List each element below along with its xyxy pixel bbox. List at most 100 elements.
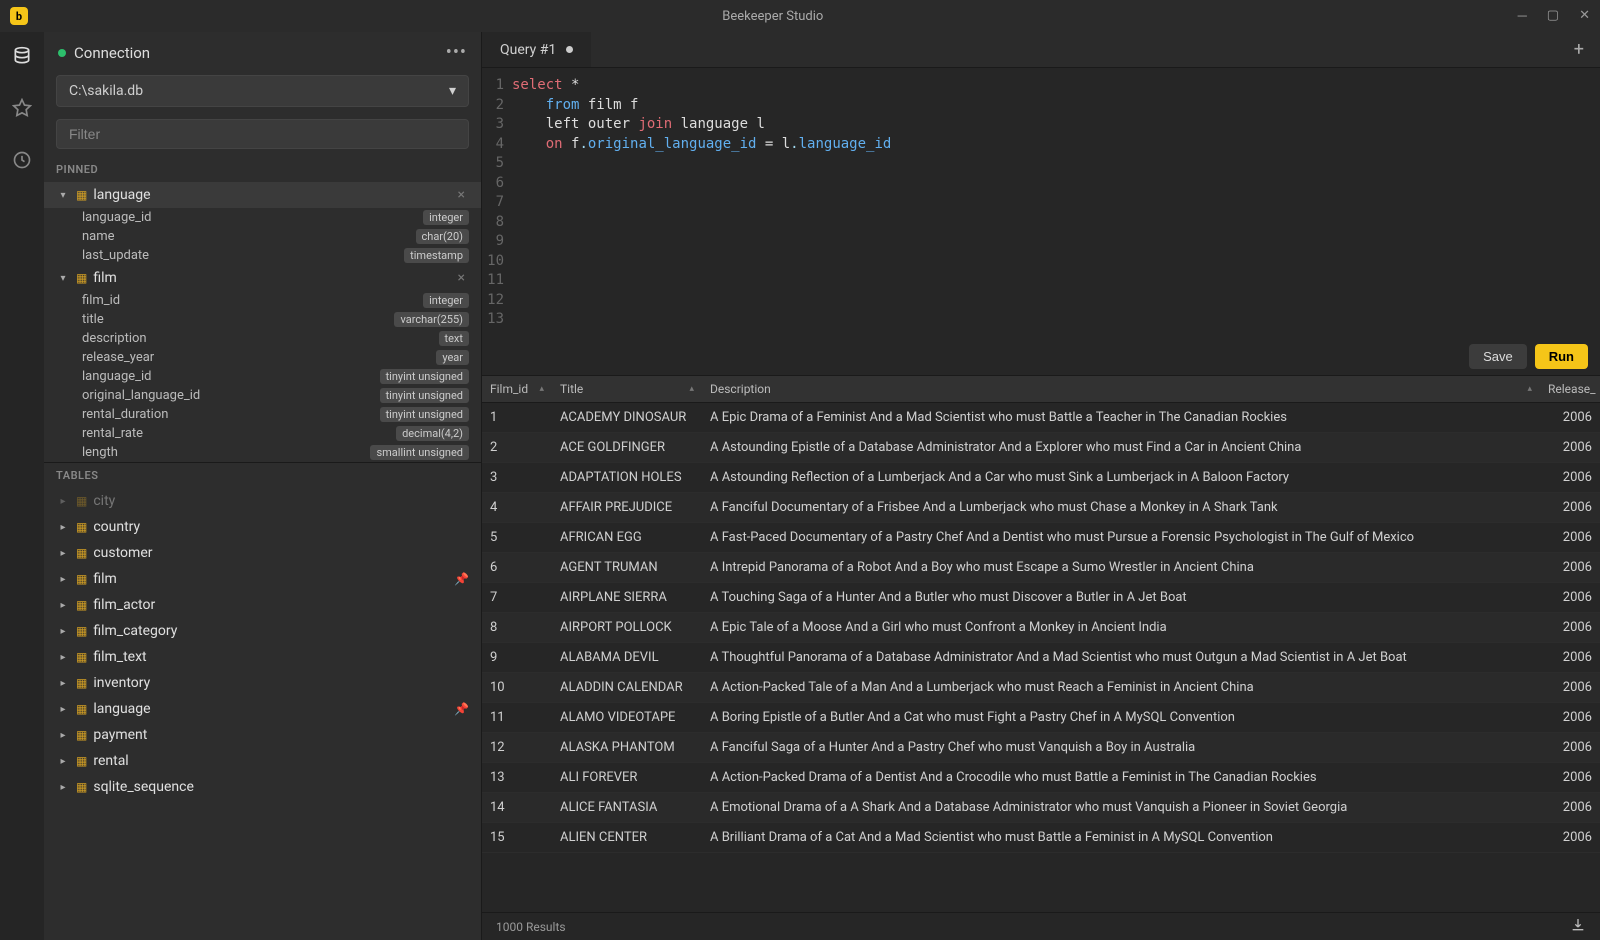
content-area: Query #1 + 12345678910111213 select * fr… <box>482 32 1600 940</box>
sql-editor[interactable]: 12345678910111213 select * from film f l… <box>482 68 1600 338</box>
table-row[interactable]: 7AIRPLANE SIERRAA Touching Saga of a Hun… <box>482 583 1600 613</box>
column-header-release[interactable]: Release_ <box>1540 376 1600 402</box>
database-path: C:\sakila.db <box>69 83 143 99</box>
status-bar: 1000 Results <box>482 912 1600 940</box>
column-row[interactable]: last_updatetimestamp <box>44 246 481 265</box>
table-film_text[interactable]: ▦film_text <box>44 644 481 670</box>
chevron-right-icon <box>56 652 70 663</box>
table-icon: ▦ <box>76 520 87 534</box>
results-panel: Film_id▴ Title▴ Description▴ Release_ 1A… <box>482 375 1600 940</box>
column-header-description[interactable]: Description▴ <box>702 376 1540 402</box>
history-icon[interactable] <box>12 150 32 174</box>
tab-label: Query #1 <box>500 42 556 58</box>
table-icon: ▦ <box>76 546 87 560</box>
table-row[interactable]: 3ADAPTATION HOLESA Astounding Reflection… <box>482 463 1600 493</box>
table-icon: ▦ <box>76 676 87 690</box>
run-button[interactable]: Run <box>1535 344 1588 369</box>
tables-header: TABLES <box>44 462 481 488</box>
column-row[interactable]: rental_durationtinyint unsigned <box>44 405 481 424</box>
filter-input[interactable] <box>56 119 469 149</box>
column-header-film-id[interactable]: Film_id▴ <box>482 376 552 402</box>
column-row[interactable]: titlevarchar(255) <box>44 310 481 329</box>
pin-icon[interactable]: 📌 <box>454 702 469 716</box>
table-language[interactable]: ▦language📌 <box>44 696 481 722</box>
table-customer[interactable]: ▦customer <box>44 540 481 566</box>
table-icon: ▦ <box>76 650 87 664</box>
table-city[interactable]: ▦city <box>44 488 481 514</box>
tab-bar: Query #1 + <box>482 32 1600 68</box>
table-row[interactable]: 15ALIEN CENTERA Brilliant Drama of a Cat… <box>482 823 1600 853</box>
column-row[interactable]: language_idinteger <box>44 208 481 227</box>
table-sqlite_sequence[interactable]: ▦sqlite_sequence <box>44 774 481 800</box>
table-row[interactable]: 1ACADEMY DINOSAURA Epic Drama of a Femin… <box>482 403 1600 433</box>
database-select[interactable]: C:\sakila.db ▾ <box>56 75 469 107</box>
table-rental[interactable]: ▦rental <box>44 748 481 774</box>
column-row[interactable]: release_yearyear <box>44 348 481 367</box>
table-icon: ▦ <box>76 754 87 768</box>
column-row[interactable]: language_idtinyint unsigned <box>44 367 481 386</box>
maximize-button[interactable]: ▢ <box>1547 8 1559 24</box>
results-header: Film_id▴ Title▴ Description▴ Release_ <box>482 375 1600 403</box>
column-header-title[interactable]: Title▴ <box>552 376 702 402</box>
save-button[interactable]: Save <box>1469 344 1527 369</box>
star-icon[interactable] <box>12 98 32 122</box>
table-icon: ▦ <box>76 572 87 586</box>
table-row[interactable]: 5AFRICAN EGGA Fast-Paced Documentary of … <box>482 523 1600 553</box>
dirty-dot-icon <box>566 46 573 53</box>
chevron-right-icon <box>56 548 70 559</box>
column-row[interactable]: namechar(20) <box>44 227 481 246</box>
minimize-button[interactable]: ─ <box>1518 8 1527 24</box>
column-row[interactable]: descriptiontext <box>44 329 481 348</box>
table-row[interactable]: 13ALI FOREVERA Action-Packed Drama of a … <box>482 763 1600 793</box>
table-row[interactable]: 10ALADDIN CALENDARA Action-Packed Tale o… <box>482 673 1600 703</box>
pinned-table-film[interactable]: ▦film× <box>44 265 481 291</box>
table-icon: ▦ <box>76 271 87 285</box>
result-count: 1000 Results <box>496 920 566 934</box>
table-row[interactable]: 2ACE GOLDFINGERA Astounding Epistle of a… <box>482 433 1600 463</box>
table-film[interactable]: ▦film📌 <box>44 566 481 592</box>
status-dot-icon <box>58 49 66 57</box>
connection-label[interactable]: Connection <box>58 44 150 62</box>
column-row[interactable]: film_idinteger <box>44 291 481 310</box>
table-row[interactable]: 4AFFAIR PREJUDICEA Fanciful Documentary … <box>482 493 1600 523</box>
column-row[interactable]: rental_ratedecimal(4,2) <box>44 424 481 443</box>
download-icon[interactable] <box>1570 917 1586 936</box>
tab-query-1[interactable]: Query #1 <box>482 32 591 67</box>
close-button[interactable]: ✕ <box>1579 8 1590 24</box>
table-row[interactable]: 6AGENT TRUMANA Intrepid Panorama of a Ro… <box>482 553 1600 583</box>
table-film_category[interactable]: ▦film_category <box>44 618 481 644</box>
table-film_actor[interactable]: ▦film_actor <box>44 592 481 618</box>
unpin-icon[interactable]: × <box>454 187 469 203</box>
chevron-right-icon <box>56 496 70 507</box>
chevron-down-icon <box>56 190 70 201</box>
chevron-right-icon <box>56 756 70 767</box>
chevron-right-icon <box>56 730 70 741</box>
table-row[interactable]: 8AIRPORT POLLOCKA Epic Tale of a Moose A… <box>482 613 1600 643</box>
column-row[interactable]: lengthsmallint unsigned <box>44 443 481 462</box>
table-row[interactable]: 14ALICE FANTASIAA Emotional Drama of a A… <box>482 793 1600 823</box>
chevron-right-icon <box>56 782 70 793</box>
chevron-right-icon <box>56 678 70 689</box>
table-icon: ▦ <box>76 702 87 716</box>
database-icon[interactable] <box>12 46 32 70</box>
table-inventory[interactable]: ▦inventory <box>44 670 481 696</box>
sort-icon: ▴ <box>1527 384 1532 394</box>
table-country[interactable]: ▦country <box>44 514 481 540</box>
app-logo-icon: b <box>10 7 28 25</box>
table-icon: ▦ <box>76 624 87 638</box>
connection-menu-icon[interactable]: ••• <box>446 42 467 63</box>
pinned-table-language[interactable]: ▦language× <box>44 182 481 208</box>
results-body[interactable]: 1ACADEMY DINOSAURA Epic Drama of a Femin… <box>482 403 1600 913</box>
new-tab-button[interactable]: + <box>1558 39 1600 60</box>
table-row[interactable]: 12ALASKA PHANTOMA Fanciful Saga of a Hun… <box>482 733 1600 763</box>
table-row[interactable]: 11ALAMO VIDEOTAPEA Boring Epistle of a B… <box>482 703 1600 733</box>
unpin-icon[interactable]: × <box>454 270 469 286</box>
table-payment[interactable]: ▦payment <box>44 722 481 748</box>
pin-icon[interactable]: 📌 <box>454 572 469 586</box>
pinned-header: PINNED <box>44 157 481 182</box>
sort-icon: ▴ <box>539 384 544 394</box>
table-row[interactable]: 9ALABAMA DEVILA Thoughtful Panorama of a… <box>482 643 1600 673</box>
column-row[interactable]: original_language_idtinyint unsigned <box>44 386 481 405</box>
table-icon: ▦ <box>76 780 87 794</box>
sidebar: Connection ••• C:\sakila.db ▾ PINNED ▦la… <box>44 32 482 940</box>
